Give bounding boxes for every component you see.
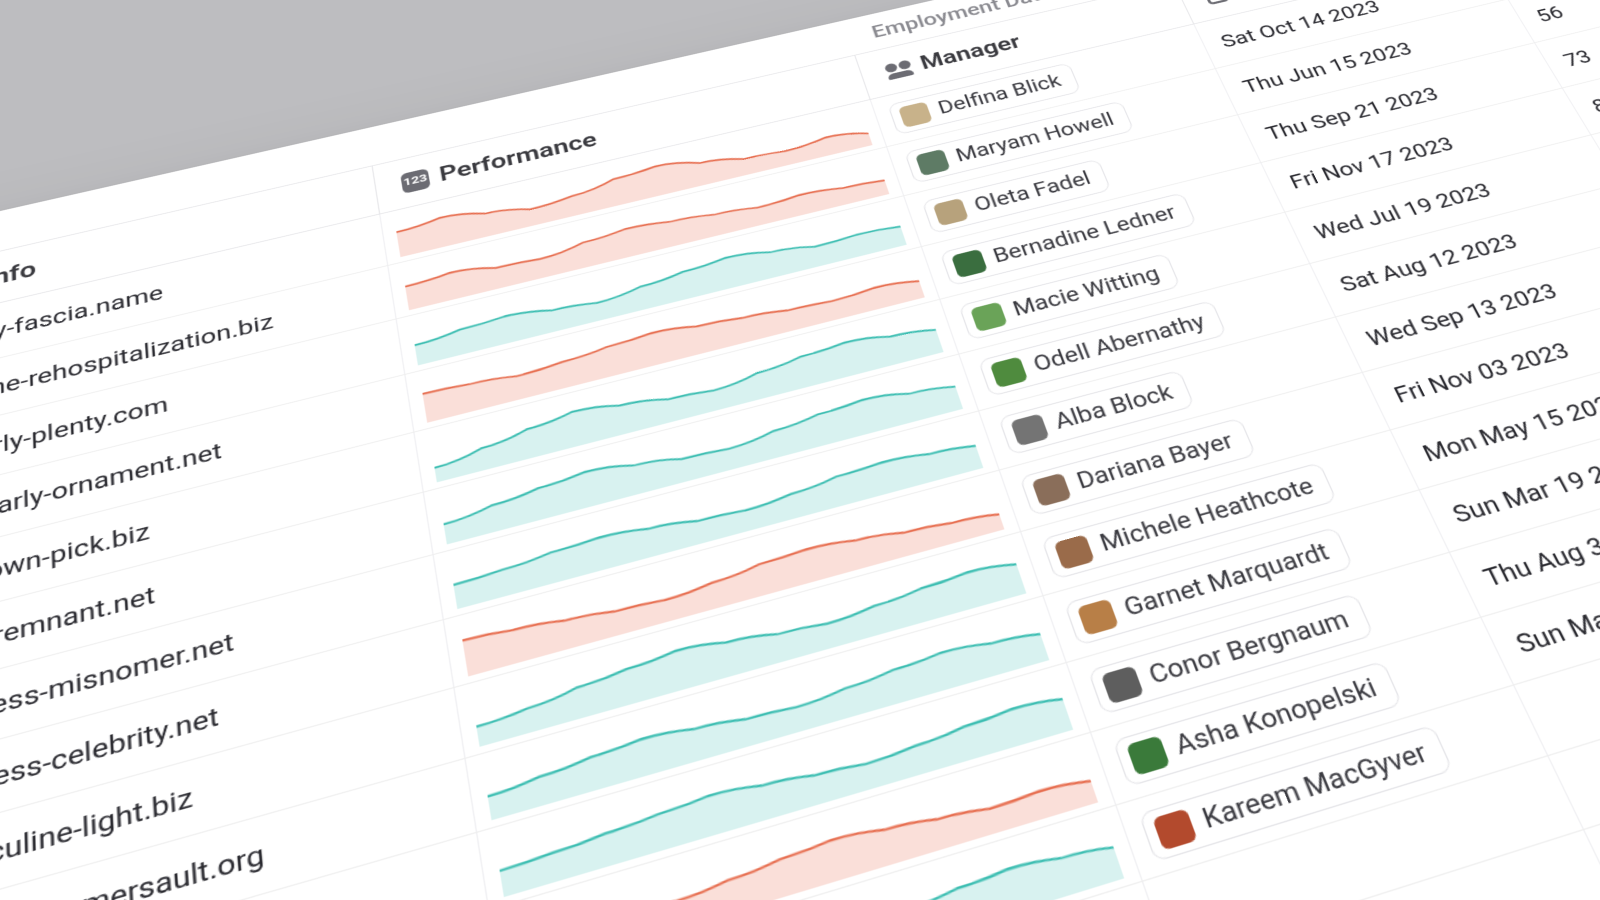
- avatar: [1077, 598, 1119, 635]
- calendar-icon: [1202, 0, 1229, 5]
- avatar: [1053, 534, 1094, 570]
- data-grid-card: ID A Email Info More Info 123 Performanc…: [0, 0, 1600, 900]
- avatar: [970, 301, 1008, 332]
- table-rows: 23 Adeline.Dach@hotmail.com ://showy-fas…: [0, 0, 1600, 900]
- avatar: [898, 101, 933, 127]
- avatar: [1031, 472, 1071, 506]
- people-icon: [884, 59, 914, 79]
- avatar: [933, 198, 969, 226]
- avatar: [1101, 665, 1144, 704]
- manager-name: Alba Block: [1051, 380, 1176, 435]
- avatar: [1126, 735, 1170, 776]
- avatar: [1010, 413, 1049, 446]
- avatar: [990, 356, 1029, 388]
- header-hired-label: Hired: [1230, 0, 1297, 1]
- avatar: [915, 148, 950, 175]
- avatar: [1152, 808, 1198, 850]
- number-type-icon: 123: [400, 168, 431, 194]
- avatar: [951, 248, 988, 277]
